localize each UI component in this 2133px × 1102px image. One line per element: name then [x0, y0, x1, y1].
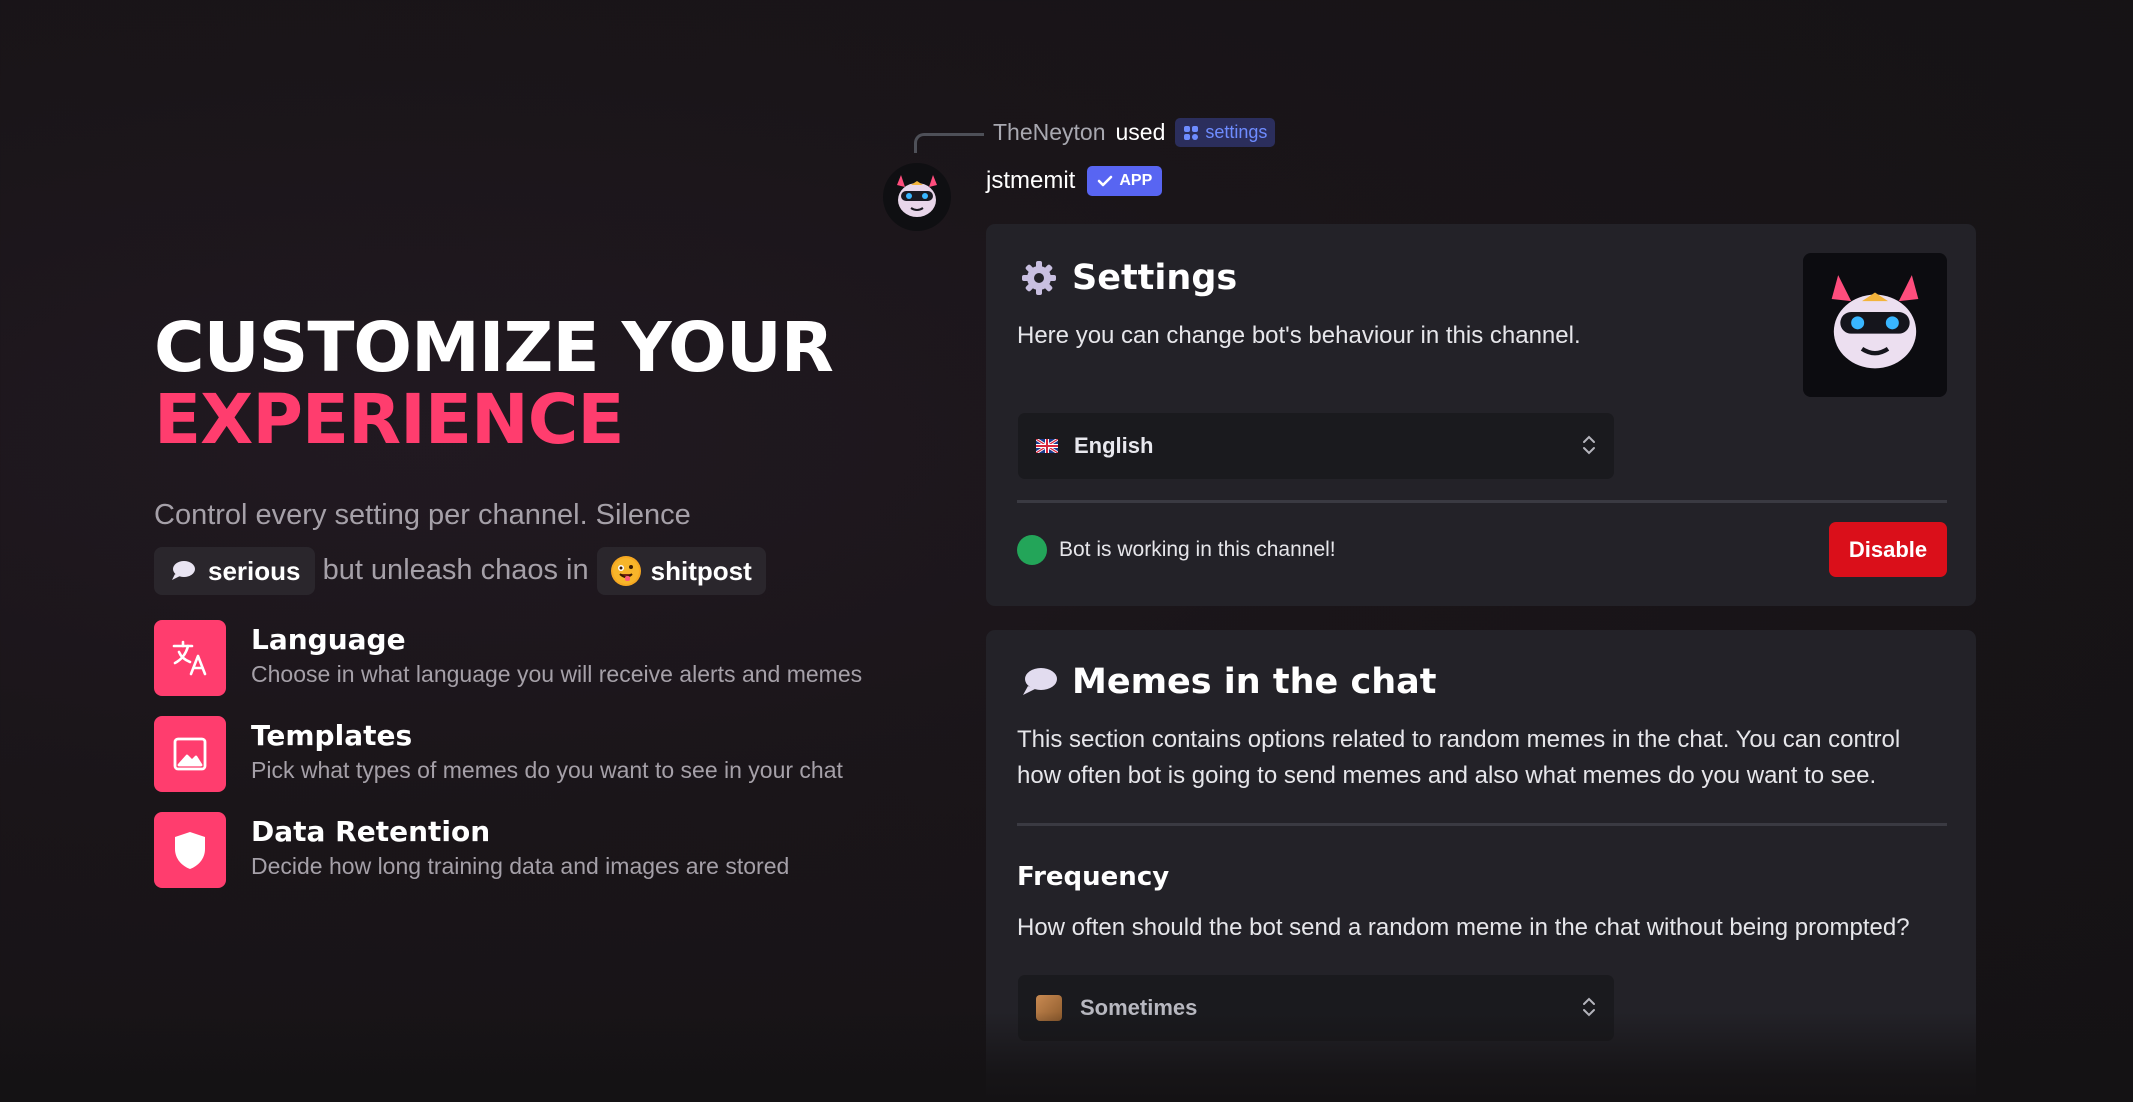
- hero-section: CUSTOMIZE YOUR EXPERIENCE Control every …: [154, 312, 914, 908]
- frequency-value: Sometimes: [1080, 995, 1198, 1020]
- memes-card: Memes in the chat This section contains …: [986, 630, 1976, 1102]
- hero-title: CUSTOMIZE YOUR EXPERIENCE: [154, 312, 914, 456]
- frequency-description: How often should the bot send a random m…: [1017, 914, 1910, 941]
- hero-sub-text1: Control every setting per channel. Silen…: [154, 499, 691, 531]
- chevron-updown-icon: [1582, 996, 1596, 1021]
- feature-templates: Templates Pick what types of memes do yo…: [154, 716, 914, 792]
- feature-title: Templates: [251, 719, 413, 752]
- settings-heading: Settings: [1020, 258, 1237, 298]
- channel-chip-serious: serious: [154, 547, 315, 596]
- speech-bubble-icon: [1023, 668, 1057, 695]
- chevron-updown-icon: [1582, 434, 1596, 459]
- feature-desc: Decide how long training data and images…: [251, 853, 790, 879]
- reply-username[interactable]: TheNeyton: [993, 119, 1106, 146]
- hero-subtitle: Control every setting per channel. Silen…: [154, 488, 914, 598]
- status-text: Bot is working in this channel!: [1059, 538, 1336, 561]
- hero-sub-text2: but unleash chaos in: [322, 554, 589, 586]
- chip-shitpost-label: shitpost: [650, 555, 752, 586]
- hero-title-line2: EXPERIENCE: [154, 380, 625, 460]
- app-command-icon: [1184, 125, 1199, 140]
- uk-flag-icon: [1035, 433, 1059, 459]
- command-name: settings: [1205, 122, 1268, 142]
- zany-face-icon: [610, 556, 641, 587]
- feature-language: Language Choose in what language you wil…: [154, 620, 914, 696]
- checkmark-icon: [1098, 175, 1113, 187]
- language-select[interactable]: English: [1018, 413, 1614, 479]
- disable-button[interactable]: Disable: [1829, 522, 1947, 577]
- gear-icon: [1022, 261, 1056, 295]
- command-reply-header: TheNeyton used settings: [993, 118, 1276, 147]
- message-author: jstmemit APP: [986, 166, 1163, 196]
- app-badge: APP: [1087, 166, 1163, 196]
- channel-chip-shitpost: shitpost: [596, 547, 766, 596]
- memes-title: Memes in the chat: [1072, 662, 1437, 702]
- reply-connector: [914, 133, 984, 153]
- memes-heading: Memes in the chat: [1020, 662, 1436, 702]
- frequency-swatch-icon: [1036, 995, 1062, 1021]
- bot-avatar[interactable]: [883, 163, 951, 231]
- settings-title: Settings: [1072, 258, 1238, 298]
- reply-used-text: used: [1115, 119, 1166, 145]
- divider: [1017, 500, 1947, 503]
- app-badge-label: APP: [1119, 172, 1153, 189]
- feature-data-retention: Data Retention Decide how long training …: [154, 812, 914, 888]
- memes-description: This section contains options related to…: [1017, 726, 1901, 789]
- status-dot: [1017, 535, 1047, 565]
- bot-status: Bot is working in this channel!: [1017, 535, 1336, 565]
- chip-serious-label: serious: [208, 555, 301, 586]
- feature-title: Data Retention: [251, 815, 491, 848]
- feature-desc: Choose in what language you will receive…: [251, 661, 863, 687]
- frequency-title: Frequency: [1017, 862, 1170, 892]
- bot-thumbnail[interactable]: [1803, 253, 1947, 397]
- feature-title: Language: [251, 623, 406, 656]
- command-pill[interactable]: settings: [1175, 118, 1276, 147]
- language-value: English: [1074, 433, 1154, 458]
- divider: [1017, 823, 1947, 826]
- image-icon: [154, 716, 226, 792]
- translate-icon: [154, 620, 226, 696]
- hero-title-line1: CUSTOMIZE YOUR: [154, 308, 834, 388]
- shield-icon: [154, 812, 226, 888]
- settings-description: Here you can change bot's behaviour in t…: [1017, 322, 1581, 349]
- author-name[interactable]: jstmemit: [986, 167, 1075, 195]
- frequency-select[interactable]: Sometimes: [1018, 975, 1614, 1041]
- speech-bubble-icon: [168, 556, 198, 586]
- feature-list: Language Choose in what language you wil…: [154, 620, 914, 888]
- feature-desc: Pick what types of memes do you want to …: [251, 757, 843, 783]
- settings-card: Settings Here you can change bot's behav…: [986, 224, 1976, 606]
